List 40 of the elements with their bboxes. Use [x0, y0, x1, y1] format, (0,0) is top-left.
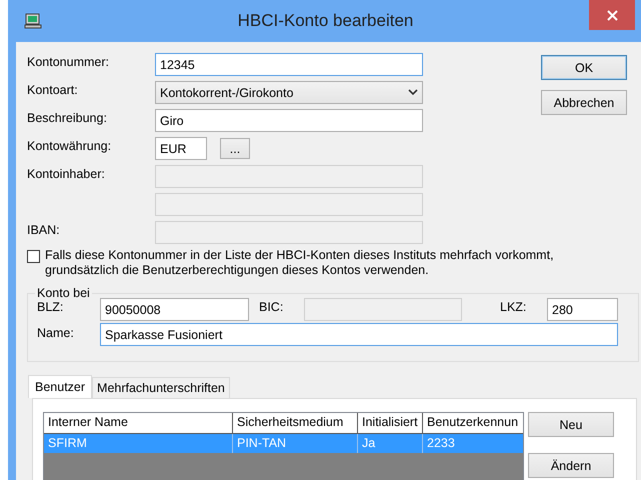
field-label: IBAN: — [27, 222, 61, 237]
field-label: Beschreibung: — [27, 110, 108, 125]
cancel-button[interactable]: Abbrechen — [541, 90, 627, 115]
field-label: Name: — [37, 325, 75, 340]
text-field[interactable]: Giro — [155, 109, 423, 132]
column-header[interactable]: Benutzerkennun — [423, 413, 523, 434]
text-field[interactable]: 90050008 — [100, 298, 249, 321]
browse-button[interactable]: ... — [220, 138, 250, 159]
field-label: Kontonummer: — [27, 54, 110, 69]
column-header[interactable]: Sicherheitsmedium — [233, 413, 358, 434]
currency-field[interactable]: EUR — [155, 137, 207, 160]
new-button[interactable]: Neu — [528, 412, 614, 437]
field-label: Kontoinhaber: — [27, 166, 106, 181]
tab[interactable]: Mehrfachunterschriften — [92, 377, 230, 398]
field-label: Kontowährung: — [27, 138, 112, 153]
dropdown[interactable]: Kontokorrent-/Girokonto — [155, 81, 423, 104]
text-field[interactable]: 12345 — [155, 53, 423, 76]
table-cell: SFIRM — [44, 434, 233, 453]
ok-button[interactable]: OK — [541, 55, 627, 80]
column-header[interactable]: Interner Name — [44, 413, 233, 434]
text-field[interactable]: Sparkasse Fusioniert — [100, 323, 618, 346]
computer-icon — [24, 13, 42, 29]
table-cell: PIN-TAN — [233, 434, 358, 453]
window-title: HBCI-Konto bearbeiten — [236, 11, 414, 31]
edit-button[interactable]: Ändern — [528, 453, 614, 478]
close-button[interactable] — [589, 0, 635, 30]
checkbox[interactable] — [27, 250, 40, 263]
user-list[interactable]: Interner Name Sicherheitsmedium Initialisiert Benutzerkennun SFIRM PIN-TAN Ja 2233 — [43, 412, 524, 480]
checkbox-label: Falls diese Kontonummer in der Liste der HBCI-Konten dieses Instituts mehrfach vorkommt, grundsätzlich die Benutzerberechtigungen dieses Kontos verwenden. — [45, 248, 555, 278]
field-label: Kontoart: — [27, 82, 79, 97]
text-field[interactable]: 280 — [547, 298, 618, 321]
close-icon — [606, 10, 618, 20]
group-title: Konto bei — [36, 286, 91, 300]
field-label: BIC: — [259, 299, 284, 314]
tab[interactable]: Benutzer — [28, 375, 92, 398]
table-cell: Ja — [358, 434, 423, 453]
column-header[interactable]: Initialisiert — [358, 413, 423, 434]
field-label: LKZ: — [500, 299, 528, 314]
field-label: BLZ: — [37, 299, 64, 314]
chevron-down-icon — [408, 89, 418, 96]
